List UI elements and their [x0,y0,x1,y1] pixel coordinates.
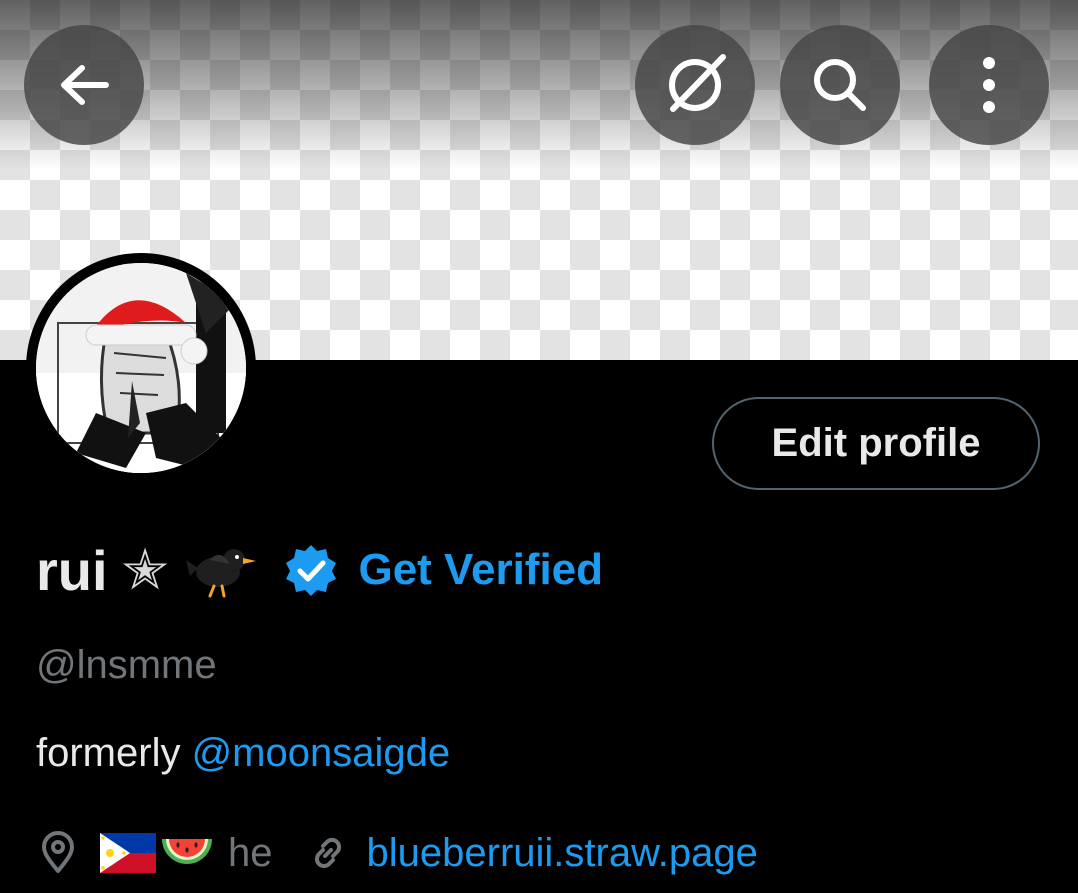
back-button[interactable] [24,25,144,145]
avatar[interactable] [36,263,246,473]
more-options-button[interactable] [929,25,1049,145]
bio: formerly @moonsaigde [36,731,450,776]
banner-top-shade [0,0,1078,170]
avatar-frame[interactable] [26,253,256,483]
display-name: rui [36,538,108,602]
profile-page: Edit profile rui ✭ Get Verified @lnsmme … [0,0,1078,893]
profile-meta-row: he blueberruii.straw.page [36,824,758,882]
philippines-flag-emoji [100,833,156,873]
private-grok-icon [669,54,726,112]
get-verified-link[interactable]: Get Verified [358,545,603,595]
search-button[interactable] [780,25,900,145]
blackbird-emoji [186,549,257,598]
verified-badge-icon[interactable] [284,543,338,597]
more-vertical-icon [983,57,995,113]
avatar-image [36,263,246,473]
search-icon [814,59,866,111]
link-icon [314,837,341,869]
name-star: ✭ [121,538,169,601]
location-pin-icon [42,831,74,873]
bio-text: formerly [36,731,192,775]
private-grok-button[interactable] [635,25,755,145]
watermelon-emoji [162,839,212,864]
bio-mention-link[interactable]: @moonsaigde [192,731,451,775]
website-link[interactable]: blueberruii.straw.page [367,831,758,876]
user-handle: @lnsmme [36,643,217,687]
display-name-row: rui ✭ Get Verified [36,534,603,606]
arrow-left-icon [61,65,109,105]
location-text: he [228,830,273,875]
edit-profile-button[interactable]: Edit profile [712,397,1040,490]
